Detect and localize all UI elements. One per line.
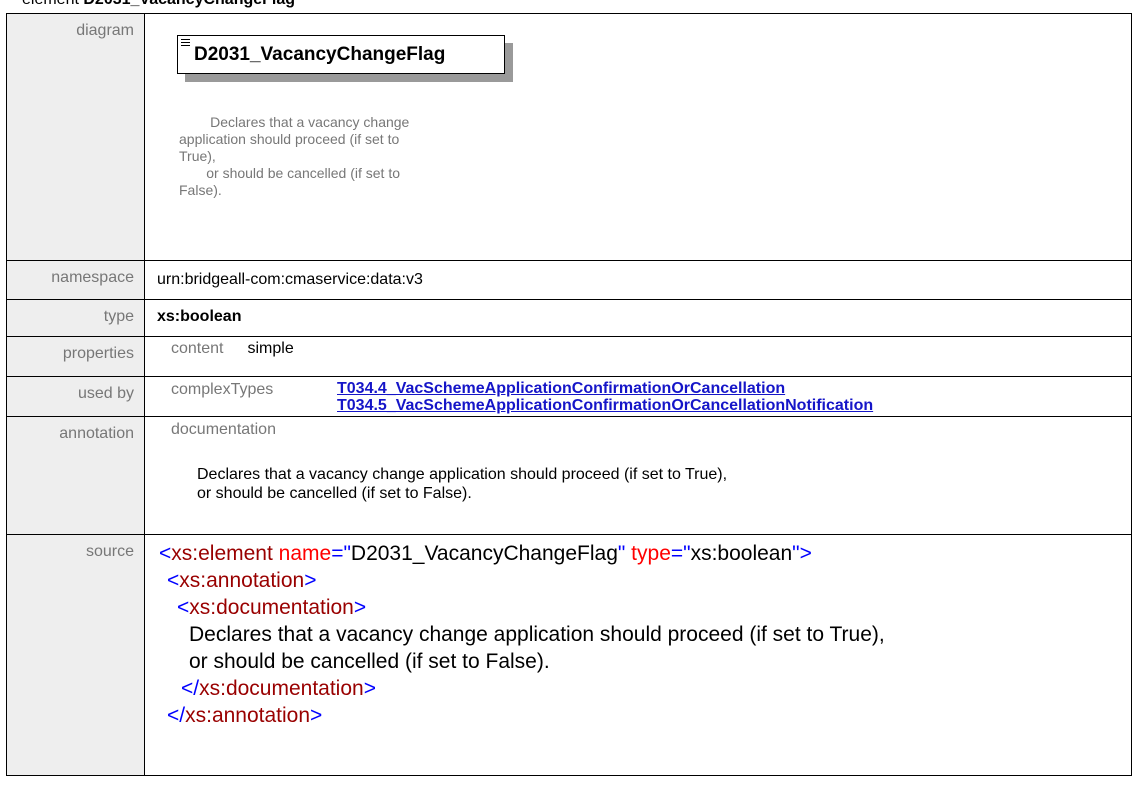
annotation-label: annotation — [6, 416, 145, 535]
element-lines-icon — [181, 39, 190, 47]
used-by-link[interactable]: T034.4_VacSchemeApplicationConfirmationO… — [337, 380, 873, 397]
source-code: <xs:element name="D2031_VacancyChangeFla… — [145, 535, 1131, 775]
source-row: source <xs:element name="D2031_VacancyCh… — [6, 534, 1132, 776]
namespace-row: namespace urn:bridgeall-com:cmaservice:d… — [6, 260, 1132, 300]
document-page: element D2031_VacancyChangeFlag diagram … — [0, 0, 1137, 803]
used-by-kind: complexTypes — [171, 381, 274, 398]
type-label: type — [6, 299, 145, 337]
properties-label: properties — [6, 336, 145, 377]
type-value: xs:boolean — [157, 308, 242, 325]
source-label: source — [6, 534, 145, 776]
element-doc-table: diagram D2031_VacancyChangeFlag Declares… — [6, 13, 1132, 776]
property-key: content — [171, 340, 224, 357]
diagram-row: diagram D2031_VacancyChangeFlag Declares… — [6, 13, 1132, 261]
namespace-label: namespace — [6, 260, 145, 300]
annotation-text: Declares that a vacancy change applicati… — [197, 466, 728, 502]
source-line: </xs:documentation> — [181, 677, 376, 700]
heading-element-name: D2031_VacancyChangeFlag — [83, 0, 295, 8]
used-by-label: used by — [6, 376, 145, 417]
source-line: or should be cancelled (if set to False)… — [189, 650, 550, 673]
source-line: <xs:documentation> — [177, 596, 367, 619]
type-row: type xs:boolean — [6, 299, 1132, 337]
source-line: Declares that a vacancy change applicati… — [189, 623, 885, 646]
annotation-row: annotation documentation Declares that a… — [6, 416, 1132, 535]
source-line: <xs:annotation> — [167, 569, 317, 592]
properties-row: properties content simple — [6, 336, 1132, 377]
diagram-area: D2031_VacancyChangeFlag Declares that a … — [145, 14, 1131, 260]
used-by-link[interactable]: T034.5_VacSchemeApplicationConfirmationO… — [337, 397, 873, 414]
used-by-row: used by complexTypes T034.4_VacSchemeApp… — [6, 376, 1132, 417]
heading-prefix: element — [22, 0, 83, 8]
namespace-value: urn:bridgeall-com:cmaservice:data:v3 — [157, 271, 423, 288]
source-line: </xs:annotation> — [167, 704, 323, 727]
element-diagram-box[interactable]: D2031_VacancyChangeFlag — [177, 35, 505, 74]
property-value: simple — [247, 340, 294, 357]
page-heading: element D2031_VacancyChangeFlag — [22, 0, 295, 9]
used-by-links: T034.4_VacSchemeApplicationConfirmationO… — [337, 380, 873, 414]
diagram-label: diagram — [6, 13, 145, 261]
properties-line: content simple — [145, 337, 1131, 358]
diagram-element-name: D2031_VacancyChangeFlag — [194, 44, 446, 65]
source-line: <xs:element name="D2031_VacancyChangeFla… — [159, 542, 812, 565]
annotation-kind: documentation — [171, 421, 276, 438]
diagram-documentation: Declares that a vacancy change applicati… — [179, 114, 410, 198]
